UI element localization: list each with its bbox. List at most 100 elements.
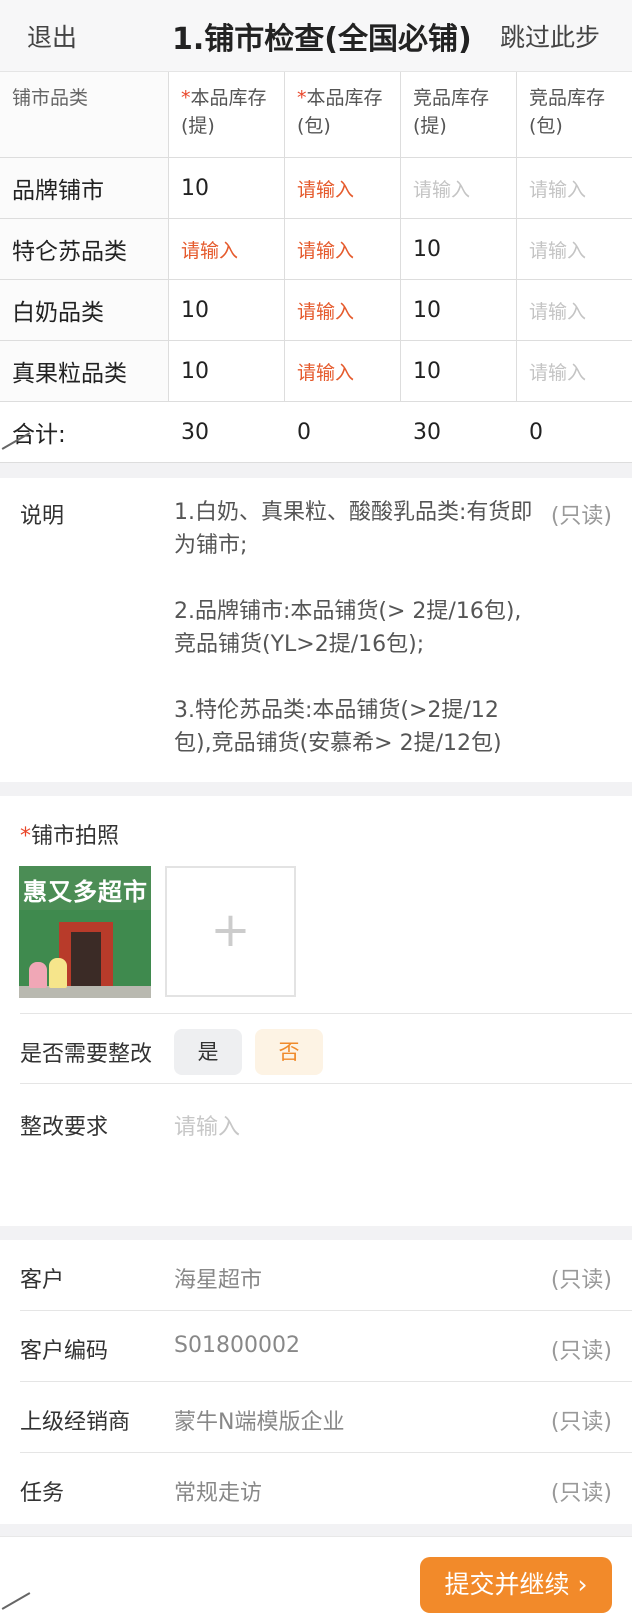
stock-grid: 铺市品类 *本品库存(提) *本品库存(包) 竞品库存(提) 竞品库存(包) 品… [0,72,632,463]
stock-input[interactable]: 10 [401,219,517,279]
photo-figure [49,958,67,988]
input-placeholder: 请输入 [297,178,355,201]
bottom-bar: 提交并继续 › [0,1536,632,1624]
input-placeholder: 请输入 [529,239,587,262]
column-label: 竞品库存(提) [413,87,490,137]
category-label: 特仑苏品类 [12,239,127,265]
info-row-distributor: 上级经销商 蒙牛N端模版企业 (只读) [0,1382,632,1453]
grid-header-cell: *本品库存(包) [285,72,401,157]
column-label: 本品库存(提) [181,87,267,137]
stock-input[interactable]: 10 [401,341,517,401]
input-placeholder: 请输入 [529,361,587,384]
input-placeholder: 请输入 [297,361,355,384]
info-row-customer: 客户 海星超市 (只读) [0,1240,632,1311]
readonly-tag: (只读) [550,504,612,529]
photo-section: *铺市拍照 惠又多超市 + 是否需要整改 是 否 整改要求 请输入 [0,796,632,1226]
requirement-input[interactable]: 请输入 [174,1109,240,1141]
exit-button[interactable]: 退出 [27,18,77,54]
total-cell: 0 [517,402,632,462]
category-cell: 白奶品类 [0,280,169,340]
info-label: 客户 [20,1268,65,1293]
stock-input[interactable]: 请输入 [517,158,632,218]
readonly-tag: (只读) [550,1481,612,1506]
readonly-tag: (只读) [550,1268,612,1293]
info-row-task: 任务 常规走访 (只读) [0,1453,632,1524]
info-label: 客户编码 [20,1339,109,1364]
required-mark: * [20,824,31,849]
required-mark: * [297,87,307,109]
stock-input[interactable]: 请输入 [517,341,632,401]
rectify-label: 是否需要整改 [20,1042,153,1067]
skip-step-button[interactable]: 跳过此步 [500,18,600,54]
total-cell: 30 [169,402,285,462]
total-value: 0 [297,419,311,445]
info-label: 上级经销商 [20,1410,131,1435]
column-label: 竞品库存(包) [529,87,606,137]
stock-input[interactable]: 10 [401,280,517,340]
total-value: 30 [413,419,441,445]
input-value: 10 [413,297,441,323]
stock-input[interactable]: 请输入 [285,280,401,340]
input-placeholder: 请输入 [529,300,587,323]
info-row-customer-code: 客户编码 S01800002 (只读) [0,1311,632,1382]
total-value: 30 [181,419,209,445]
description-paragraph: 3.特伦苏品类:本品铺货(>2提/12包),竞品铺货(安慕希> 2提/12包) [174,698,502,756]
stock-input[interactable]: 请输入 [285,219,401,279]
photo-label-text: 铺市拍照 [31,824,120,849]
readonly-tag: (只读) [550,1339,612,1364]
add-photo-button[interactable]: + [165,866,296,997]
input-placeholder: 请输入 [181,239,239,262]
grid-header-cell: 铺市品类 [0,72,169,157]
stock-input[interactable]: 请输入 [169,219,285,279]
input-value: 10 [413,358,441,384]
readonly-tag: (只读) [550,1410,612,1435]
description-paragraph: 1.白奶、真果粒、酸酸乳品类:有货即为铺市; [174,500,533,558]
category-cell: 真果粒品类 [0,341,169,401]
category-cell: 特仑苏品类 [0,219,169,279]
input-value: 10 [181,297,209,323]
input-value: 10 [181,358,209,384]
photo-figure [29,962,47,988]
input-placeholder: 请输入 [413,178,471,201]
total-row: 合计: 30 0 30 0 [0,402,632,462]
stock-input[interactable]: 请输入 [517,219,632,279]
column-label: 本品库存(包) [297,87,383,137]
total-label-cell: 合计: [0,402,169,462]
requirement-label: 整改要求 [20,1115,109,1140]
stock-input[interactable]: 请输入 [285,341,401,401]
column-label: 铺市品类 [12,87,89,109]
plus-icon: + [210,902,251,958]
description-paragraph: 2.品牌铺市:本品铺货(> 2提/16包),竞品铺货(YL>2提/16包); [174,599,522,657]
table-row: 白奶品类 10 请输入 10 请输入 [0,280,632,341]
store-sign-text: 惠又多超市 [23,878,148,906]
info-label: 任务 [20,1481,65,1506]
rectify-no-option[interactable]: 否 [255,1029,323,1075]
submit-continue-button[interactable]: 提交并继续 › [420,1557,612,1613]
rectify-yes-option[interactable]: 是 [174,1029,242,1075]
total-cell: 30 [401,402,517,462]
info-value: 常规走访 [174,1481,263,1506]
info-value: 蒙牛N端模版企业 [174,1410,345,1435]
stock-input[interactable]: 10 [169,341,285,401]
stock-input[interactable]: 请输入 [401,158,517,218]
stock-input[interactable]: 请输入 [285,158,401,218]
table-row: 真果粒品类 10 请输入 10 请输入 [0,341,632,402]
stock-input[interactable]: 10 [169,280,285,340]
description-section: 说明 (只读) 1.白奶、真果粒、酸酸乳品类:有货即为铺市; 2.品牌铺市:本品… [0,478,632,782]
table-row: 特仑苏品类 请输入 请输入 10 请输入 [0,219,632,280]
input-placeholder: 请输入 [529,178,587,201]
stock-input[interactable]: 10 [169,158,285,218]
input-placeholder: 请输入 [297,239,355,262]
photo-label: *铺市拍照 [20,818,119,850]
total-value: 0 [529,419,543,445]
description-text: 1.白奶、真果粒、酸酸乳品类:有货即为铺市; 2.品牌铺市:本品铺货(> 2提/… [174,496,534,760]
page-title: 1.铺市检查(全国必铺) [172,22,472,57]
store-photo-thumbnail[interactable]: 惠又多超市 [19,866,151,998]
input-value: 10 [181,175,209,201]
description-label: 说明 [20,504,65,529]
grid-header-row: 铺市品类 * 本品库存(提) *本品库存(包) 竞品库存(提) 竞品库存(包) [0,72,632,158]
stock-input[interactable]: 请输入 [517,280,632,340]
category-label: 白奶品类 [12,300,104,326]
photo-doorway [71,932,101,986]
info-value: 海星超市 [174,1268,263,1293]
